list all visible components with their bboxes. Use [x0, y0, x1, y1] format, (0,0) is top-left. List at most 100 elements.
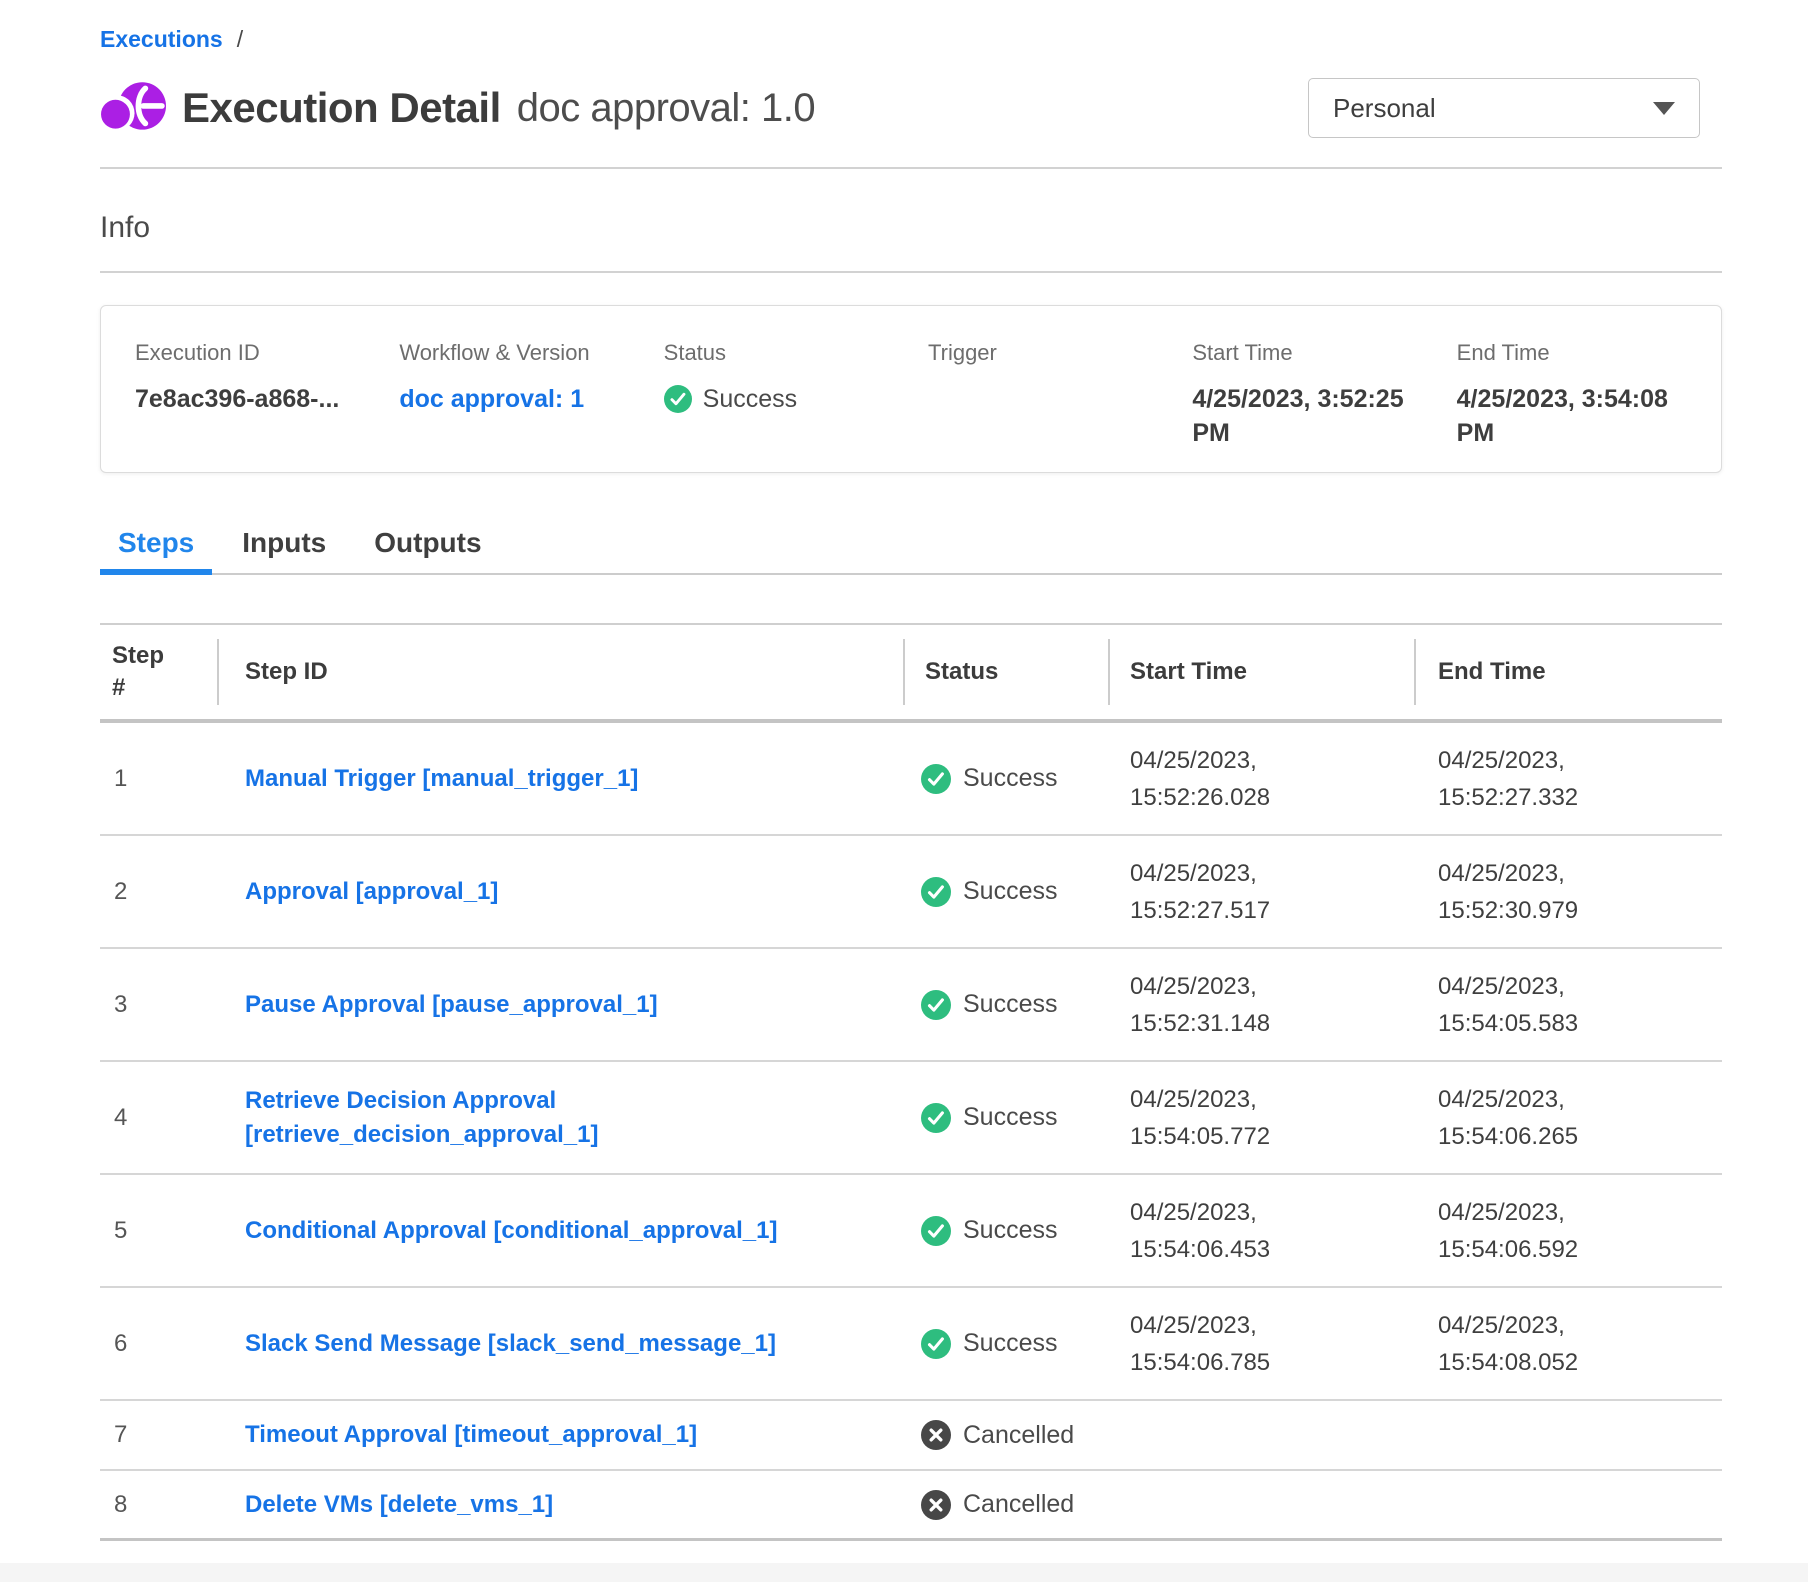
- divider: [100, 167, 1722, 169]
- column-header-start-time: Start Time: [1108, 625, 1414, 719]
- tab-outputs[interactable]: Outputs: [356, 517, 499, 573]
- time-line: 15:52:26.028: [1130, 779, 1414, 816]
- step-number-cell: 7: [100, 1421, 217, 1449]
- step-number-cell: 4: [100, 1104, 217, 1132]
- time-line: 15:54:05.583: [1438, 1005, 1722, 1042]
- info-field-execution-id: Execution ID 7e8ac396-a868-...: [135, 340, 399, 472]
- step-number-cell: 5: [100, 1217, 217, 1245]
- cancelled-icon: [921, 1420, 951, 1450]
- step-number-cell: 1: [100, 765, 217, 793]
- time-line: 04/25/2023,: [1130, 742, 1414, 779]
- tab-inputs[interactable]: Inputs: [224, 517, 344, 573]
- info-field-label: Execution ID: [135, 340, 399, 366]
- step-id-cell: Timeout Approval [timeout_approval_1]: [217, 1418, 903, 1452]
- time-line: 15:54:08.052: [1438, 1344, 1722, 1381]
- success-icon: [921, 1216, 951, 1246]
- info-field-value: 4/25/2023, 3:52:25 PM: [1192, 382, 1456, 450]
- status-label: Success: [963, 877, 1057, 906]
- info-field-status: Status Success: [664, 340, 928, 472]
- start-time-cell: 04/25/2023,15:52:31.148: [1108, 968, 1414, 1042]
- page-bottom-strip: [0, 1563, 1808, 1582]
- end-time-cell: 04/25/2023,15:54:08.052: [1414, 1307, 1722, 1381]
- end-time-cell: 04/25/2023,15:54:06.592: [1414, 1194, 1722, 1268]
- step-number-cell: 3: [100, 991, 217, 1019]
- time-line: 04/25/2023,: [1438, 1307, 1722, 1344]
- page-title: Execution Detail: [182, 84, 501, 132]
- step-id-cell: Manual Trigger [manual_trigger_1]: [217, 762, 903, 796]
- success-icon: [921, 764, 951, 794]
- step-id-link[interactable]: Approval [approval_1]: [245, 878, 498, 905]
- info-field-value: 7e8ac396-a868-...: [135, 382, 399, 416]
- info-field-value: Success: [664, 382, 928, 416]
- info-field-value: doc approval: 1: [399, 382, 663, 416]
- start-time-cell: 04/25/2023,15:54:06.785: [1108, 1307, 1414, 1381]
- step-status-cell: Success: [903, 877, 1108, 907]
- table-row: 3 Pause Approval [pause_approval_1] Succes…: [100, 949, 1722, 1062]
- step-id-cell: Approval [approval_1]: [217, 875, 903, 909]
- scope-dropdown[interactable]: Personal: [1308, 78, 1700, 138]
- divider: [100, 271, 1722, 273]
- breadcrumb: Executions /: [100, 26, 1722, 53]
- time-line: 04/25/2023,: [1130, 968, 1414, 1005]
- time-line: 15:54:06.785: [1130, 1344, 1414, 1381]
- table-row: 6Slack Send Message [slack_send_message_…: [100, 1288, 1722, 1401]
- table-row: 8 Delete VMs [delete_vms_1] Cancelled: [100, 1471, 1722, 1541]
- info-field-label: Workflow & Version: [399, 340, 663, 366]
- tab-steps[interactable]: Steps: [100, 517, 212, 573]
- step-status-cell: Success: [903, 990, 1108, 1020]
- steps-table-header: Step #Step IDStatusStart TimeEnd Time: [100, 625, 1722, 723]
- column-header-status: Status: [903, 625, 1108, 719]
- step-status-cell: Success: [903, 1329, 1108, 1359]
- column-header-end-time: End Time: [1414, 625, 1722, 719]
- end-time-cell: 04/25/2023,15:54:05.583: [1414, 968, 1722, 1042]
- steps-table: Step #Step IDStatusStart TimeEnd Time 1 Ma…: [100, 623, 1722, 1541]
- time-line: 15:52:27.517: [1130, 892, 1414, 929]
- step-status-cell: Cancelled: [903, 1490, 1108, 1520]
- success-icon: [921, 1329, 951, 1359]
- step-id-link[interactable]: Pause Approval [pause_approval_1]: [245, 991, 658, 1018]
- status-label: Success: [703, 382, 797, 416]
- info-field-label: Status: [664, 340, 928, 366]
- time-line: 15:54:06.265: [1438, 1118, 1722, 1155]
- success-icon: [921, 990, 951, 1020]
- breadcrumb-separator: /: [237, 26, 243, 53]
- time-line: 15:54:06.453: [1130, 1231, 1414, 1268]
- title-row: Execution Detail doc approval: 1.0 Perso…: [100, 73, 1722, 143]
- workflow-version-link[interactable]: doc approval: 1: [399, 385, 584, 413]
- info-field-start-time: Start Time4/25/2023, 3:52:25 PM: [1192, 340, 1456, 472]
- start-time-cell: 04/25/2023,15:52:27.517: [1108, 855, 1414, 929]
- info-field-workflow-version: Workflow & Version doc approval: 1: [399, 340, 663, 472]
- time-line: 15:52:27.332: [1438, 779, 1722, 816]
- time-line: 04/25/2023,: [1130, 1194, 1414, 1231]
- step-id-link[interactable]: Slack Send Message [slack_send_message_1…: [245, 1330, 776, 1357]
- time-line: 04/25/2023,: [1438, 742, 1722, 779]
- step-id-cell: Slack Send Message [slack_send_message_1…: [217, 1327, 903, 1361]
- time-line: 15:54:06.592: [1438, 1231, 1722, 1268]
- table-row: 1Manual Trigger [manual_trigger_1]Succes…: [100, 723, 1722, 836]
- time-line: 04/25/2023,: [1438, 1081, 1722, 1118]
- info-field-label: End Time: [1457, 340, 1721, 366]
- step-id-link[interactable]: Timeout Approval [timeout_approval_1]: [245, 1421, 697, 1448]
- time-line: 04/25/2023,: [1438, 855, 1722, 892]
- step-id-link[interactable]: Delete VMs [delete_vms_1]: [245, 1491, 553, 1518]
- step-id-cell: Retrieve Decision Approval [retrieve_dec…: [217, 1084, 903, 1152]
- main-content: Executions / Execution Detail doc approv…: [100, 0, 1722, 1541]
- time-line: 04/25/2023,: [1438, 1194, 1722, 1231]
- time-line: 04/25/2023,: [1130, 1081, 1414, 1118]
- status-label: Success: [963, 1329, 1057, 1358]
- step-number-cell: 8: [100, 1491, 217, 1519]
- success-icon: [664, 385, 692, 413]
- step-status-cell: Success: [903, 1216, 1108, 1246]
- info-field-end-time: End Time4/25/2023, 3:54:08 PM: [1457, 340, 1721, 472]
- breadcrumb-executions-link[interactable]: Executions: [100, 26, 223, 53]
- status-label: Cancelled: [963, 1421, 1074, 1450]
- cancelled-icon: [921, 1490, 951, 1520]
- time-line: 04/25/2023,: [1130, 1307, 1414, 1344]
- table-row: 4 Retrieve Decision Approval [retrieve_de…: [100, 1062, 1722, 1175]
- step-id-link[interactable]: Conditional Approval [conditional_approv…: [245, 1217, 778, 1244]
- status-label: Success: [963, 990, 1057, 1019]
- step-id-link[interactable]: Manual Trigger [manual_trigger_1]: [245, 765, 638, 792]
- time-line: 15:52:30.979: [1438, 892, 1722, 929]
- step-id-link[interactable]: Retrieve Decision Approval [retrieve_dec…: [245, 1087, 599, 1148]
- step-status-cell: Success: [903, 1103, 1108, 1133]
